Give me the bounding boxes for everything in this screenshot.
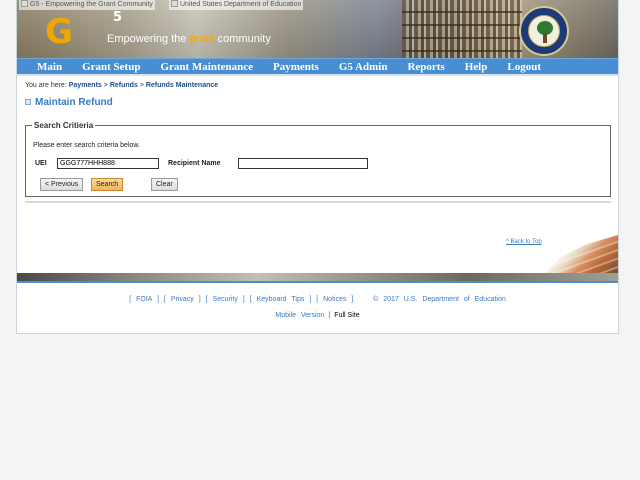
main-nav: Main Grant Setup Grant Maintenance Payme… [17,58,618,74]
uei-label: UEI [35,160,47,167]
nav-grant-setup[interactable]: Grant Setup [82,60,140,74]
broken-image-icon [171,0,178,7]
footer-privacy[interactable]: Privacy [171,296,194,303]
nav-payments[interactable]: Payments [273,60,319,74]
uei-input[interactable] [57,158,159,169]
clear-button[interactable]: Clear [151,178,178,191]
version-separator: | [328,312,331,319]
recipient-name-label: Recipient Name [168,160,221,167]
page-title: Maintain Refund [25,97,113,108]
breadcrumb-refunds-maintenance[interactable]: Refunds Maintenance [146,82,218,89]
footer-foia[interactable]: FOIA [136,296,152,303]
site-label: Site [347,312,360,319]
footer-keyboard-tips[interactable]: Keyboard Tips [257,296,305,303]
g5-logo[interactable]: G5 [45,10,122,52]
footer-bar [17,273,618,281]
footer-version-switch: Mobile Version | Full Site [17,312,618,319]
footer-notices[interactable]: Notices [323,296,346,303]
nav-g5-admin[interactable]: G5 Admin [339,60,388,74]
mobile-version-link[interactable]: Mobile Version [275,312,324,319]
breadcrumb-payments[interactable]: Payments [69,82,102,89]
header-banner: G5 - Empowering the Grant Community Unit… [17,0,618,58]
nav-divider [17,74,618,76]
search-instructions: Please enter search criteria below. [33,142,140,149]
seal-inner [528,15,560,47]
nav-grant-maintenance[interactable]: Grant Maintenance [160,60,253,74]
nav-logout[interactable]: Logout [507,60,541,74]
previous-button[interactable]: < Previous [40,178,84,191]
corner-stripes [545,235,618,273]
breadcrumb-refunds[interactable]: Refunds [110,82,138,89]
search-criteria-fieldset: Search Critieria Please enter search cri… [25,121,611,197]
department-seal-icon [519,6,569,56]
footer-security[interactable]: Security [213,296,238,303]
g5-logo-alt: G5 - Empowering the Grant Community [19,0,155,10]
back-to-top-link[interactable]: ^ Back to Top [506,239,542,245]
search-button[interactable]: Search [91,178,124,191]
ed-logo-alt: United States Department of Education [169,0,304,10]
footer-copyright: © 2017 U.S. Department of Education [373,296,506,303]
broken-image-icon [21,0,28,7]
banner-bookshelves-rows [402,0,522,58]
seal-trunk [543,33,547,43]
full-label: Full [334,312,346,319]
footer-line [17,281,618,283]
nav-main[interactable]: Main [37,60,62,74]
recipient-name-input[interactable] [238,158,368,169]
nav-reports[interactable]: Reports [407,60,444,74]
search-legend: Search Critieria [34,121,94,130]
breadcrumb: You are here: Payments > Refunds > Refun… [25,82,219,89]
section-divider [25,201,611,203]
tagline: Empowering the grant community [107,33,271,45]
corner-decoration-image [545,235,618,273]
title-bullet-icon [25,99,31,105]
footer-links: [ FOIA ] [ Privacy ] [ Security ] [ Keyb… [129,296,506,303]
page-frame: G5 - Empowering the Grant Community Unit… [16,0,619,334]
nav-help[interactable]: Help [465,60,488,74]
